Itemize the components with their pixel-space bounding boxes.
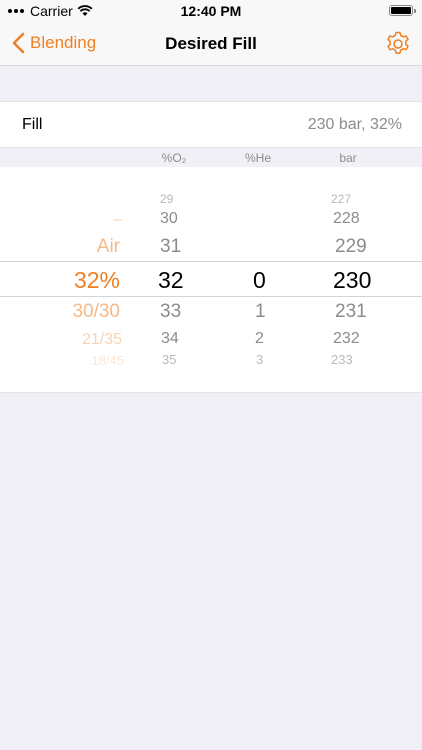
o2-option[interactable]: 29: [160, 192, 173, 206]
status-time: 12:40 PM: [180, 3, 242, 19]
o2-option[interactable]: 35: [162, 352, 176, 367]
he-option[interactable]: 2: [255, 330, 264, 348]
he-option-selected[interactable]: 0: [253, 267, 266, 294]
battery-icon: [389, 5, 416, 16]
mix-option[interactable]: –: [113, 211, 122, 229]
o2-option-selected[interactable]: 32: [158, 267, 184, 294]
mix-option[interactable]: 21/35: [82, 331, 122, 349]
navigation-bar: Blending Desired Fill: [0, 22, 422, 66]
mix-option[interactable]: 18/45: [91, 353, 124, 368]
he-column-header: %He: [244, 151, 272, 165]
gas-picker[interactable]: – Air 32% 30/30 21/35 18/45 29 30 31 32 …: [0, 167, 422, 393]
he-option[interactable]: 1: [255, 301, 266, 323]
o2-option[interactable]: 34: [161, 330, 179, 348]
page-title: Desired Fill: [165, 34, 257, 53]
bar-column-header: bar: [339, 151, 357, 165]
bar-option-selected[interactable]: 230: [333, 267, 371, 294]
picker-column-headers: %O₂ %He bar: [0, 147, 422, 167]
bar-option[interactable]: 229: [335, 236, 367, 258]
mix-option[interactable]: Air: [97, 236, 120, 258]
bar-option[interactable]: 228: [333, 210, 360, 228]
mix-option[interactable]: 30/30: [72, 301, 120, 323]
bar-option[interactable]: 233: [331, 352, 353, 367]
he-option[interactable]: 3: [256, 352, 263, 367]
gear-icon[interactable]: [384, 30, 412, 58]
fill-value: 230 bar, 32%: [307, 116, 402, 133]
fill-row[interactable]: Fill 230 bar, 32%: [0, 101, 422, 147]
bar-option[interactable]: 231: [335, 301, 367, 323]
o2-option[interactable]: 30: [160, 210, 178, 228]
bar-option[interactable]: 227: [331, 192, 351, 206]
fill-label: Fill: [22, 116, 43, 133]
o2-option[interactable]: 33: [160, 301, 181, 323]
o2-column-header: %O₂: [161, 151, 187, 165]
status-bar: Carrier 12:40 PM: [0, 0, 422, 22]
mix-option-selected[interactable]: 32%: [74, 267, 120, 294]
bar-option[interactable]: 232: [333, 330, 360, 348]
o2-option[interactable]: 31: [160, 236, 181, 258]
